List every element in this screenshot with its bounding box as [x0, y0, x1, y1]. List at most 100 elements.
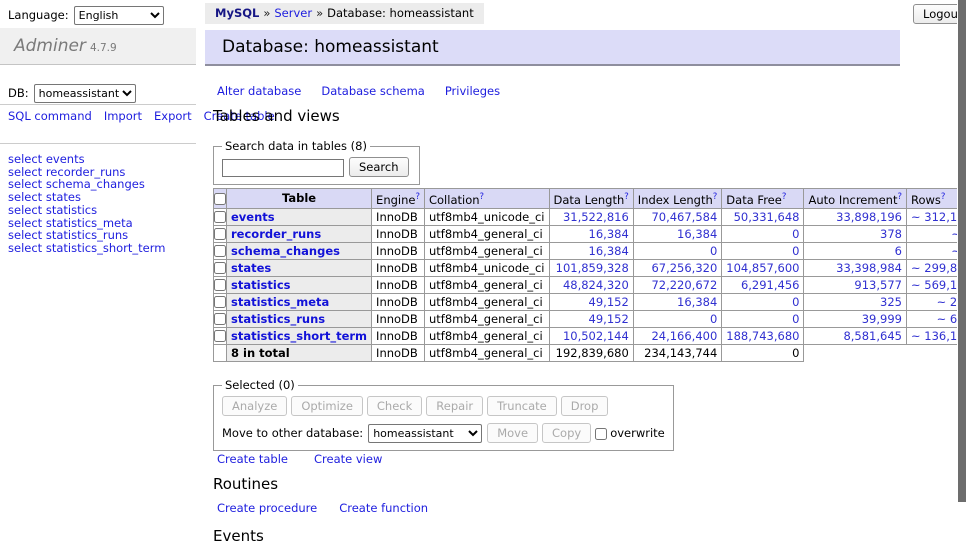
table-name-link[interactable]: events [231, 210, 275, 224]
analyze-button[interactable]: Analyze [222, 396, 287, 416]
auto-increment-link[interactable]: 8,581,645 [843, 329, 902, 343]
total-row-spacer [214, 344, 227, 361]
data-length-link[interactable]: 49,152 [589, 295, 629, 309]
data-length-link[interactable]: 48,824,320 [563, 278, 629, 292]
index-length-link[interactable]: 70,467,584 [651, 210, 717, 224]
create-table-link[interactable]: Create table [217, 452, 288, 466]
sidebar-item-select-states[interactable]: select states [8, 191, 165, 204]
sidebar-item-select-events[interactable]: select events [8, 153, 165, 166]
auto-increment-link[interactable]: 378 [880, 227, 902, 241]
help-icon[interactable]: ? [782, 192, 787, 202]
database-schema-link[interactable]: Database schema [321, 84, 424, 98]
search-input[interactable] [222, 159, 344, 177]
search-button[interactable]: Search [349, 157, 409, 177]
index-length-link[interactable]: 16,384 [677, 227, 717, 241]
help-icon[interactable]: ? [624, 192, 629, 202]
data-free-link[interactable]: 104,857,600 [726, 261, 799, 275]
repair-button[interactable]: Repair [426, 396, 483, 416]
col-header-auto-increment: Auto Increment? [804, 189, 907, 209]
auto-increment-link[interactable]: 33,398,984 [836, 261, 902, 275]
create-function-link[interactable]: Create function [339, 501, 428, 515]
engine-cell: InnoDB [372, 208, 425, 225]
row-checkbox[interactable] [214, 211, 226, 223]
data-free-link[interactable]: 50,331,648 [734, 210, 800, 224]
collation-cell: utf8mb4_general_ci [424, 327, 549, 344]
copy-button[interactable]: Copy [542, 423, 591, 443]
create-procedure-link[interactable]: Create procedure [217, 501, 317, 515]
index-length-link[interactable]: 16,384 [677, 295, 717, 309]
data-length-link[interactable]: 49,152 [589, 312, 629, 326]
app-name: Adminer [14, 36, 86, 56]
sidebar-link-import[interactable]: Import [104, 109, 142, 123]
sidebar-item-select-statistics[interactable]: select statistics [8, 204, 165, 217]
table-name-link[interactable]: statistics_runs [231, 312, 325, 326]
select-all-checkbox[interactable] [214, 193, 226, 205]
table-row: statistics_short_term InnoDB utf8mb4_gen… [214, 327, 966, 344]
breadcrumb-mysql-link[interactable]: MySQL [215, 6, 259, 20]
help-icon[interactable]: ? [713, 192, 718, 202]
auto-increment-link[interactable]: 6 [895, 244, 902, 258]
privileges-link[interactable]: Privileges [445, 84, 500, 98]
table-name-link[interactable]: recorder_runs [231, 227, 321, 241]
index-length-link[interactable]: 0 [710, 244, 717, 258]
col-header-data-free: Data Free? [722, 189, 804, 209]
optimize-button[interactable]: Optimize [291, 396, 363, 416]
table-name-link[interactable]: states [231, 261, 271, 275]
data-length-link[interactable]: 31,522,816 [563, 210, 629, 224]
sidebar-actions: SQL commandImportExportCreate table [8, 110, 180, 124]
data-free-link[interactable]: 0 [792, 295, 799, 309]
help-icon[interactable]: ? [415, 192, 420, 202]
table-row: statistics InnoDB utf8mb4_general_ci 48,… [214, 276, 966, 293]
data-length-link[interactable]: 16,384 [589, 244, 629, 258]
index-length-link[interactable]: 24,166,400 [651, 329, 717, 343]
search-fieldset: Search data in tables (8) Search [213, 139, 420, 185]
auto-increment-link[interactable]: 913,577 [854, 278, 902, 292]
index-length-link[interactable]: 0 [710, 312, 717, 326]
row-checkbox[interactable] [214, 330, 226, 342]
row-checkbox[interactable] [214, 313, 226, 325]
data-free-link[interactable]: 188,743,680 [726, 329, 799, 343]
table-name-link[interactable]: statistics_short_term [231, 329, 367, 343]
move-button[interactable]: Move [487, 423, 538, 443]
language-select[interactable]: English [74, 6, 164, 25]
sidebar-item-select-statistics-short-term[interactable]: select statistics_short_term [8, 242, 165, 255]
data-free-link[interactable]: 6,291,456 [741, 278, 800, 292]
scrollbar-thumb[interactable] [958, 0, 966, 502]
collation-cell: utf8mb4_general_ci [424, 242, 549, 259]
help-icon[interactable]: ? [941, 192, 946, 202]
row-checkbox[interactable] [214, 262, 226, 274]
create-view-link[interactable]: Create view [314, 452, 382, 466]
data-free-link[interactable]: 0 [792, 227, 799, 241]
breadcrumb-server-link[interactable]: Server [274, 6, 312, 20]
table-name-link[interactable]: schema_changes [231, 244, 340, 258]
sidebar-divider [0, 104, 196, 105]
data-free-link[interactable]: 0 [792, 312, 799, 326]
data-length-link[interactable]: 10,502,144 [563, 329, 629, 343]
help-icon[interactable]: ? [897, 192, 902, 202]
auto-increment-link[interactable]: 33,898,196 [836, 210, 902, 224]
sidebar-link-sql-command[interactable]: SQL command [8, 109, 92, 123]
index-length-link[interactable]: 72,220,672 [651, 278, 717, 292]
auto-increment-link[interactable]: 39,999 [862, 312, 902, 326]
col-header-engine: Engine? [372, 189, 425, 209]
db-select[interactable]: homeassistant [34, 84, 136, 103]
row-checkbox[interactable] [214, 228, 226, 240]
drop-button[interactable]: Drop [561, 396, 609, 416]
row-checkbox[interactable] [214, 279, 226, 291]
auto-increment-link[interactable]: 325 [880, 295, 902, 309]
row-checkbox[interactable] [214, 245, 226, 257]
data-length-link[interactable]: 16,384 [589, 227, 629, 241]
overwrite-checkbox[interactable] [595, 428, 607, 440]
data-free-link[interactable]: 0 [792, 244, 799, 258]
check-button[interactable]: Check [367, 396, 422, 416]
truncate-button[interactable]: Truncate [487, 396, 557, 416]
row-checkbox[interactable] [214, 296, 226, 308]
sidebar-link-export[interactable]: Export [154, 109, 192, 123]
data-length-link[interactable]: 101,859,328 [556, 261, 629, 275]
move-db-select[interactable]: homeassistant [368, 424, 482, 443]
table-name-link[interactable]: statistics_meta [231, 295, 329, 309]
alter-database-link[interactable]: Alter database [217, 84, 301, 98]
help-icon[interactable]: ? [480, 192, 485, 202]
index-length-link[interactable]: 67,256,320 [651, 261, 717, 275]
table-name-link[interactable]: statistics [231, 278, 291, 292]
